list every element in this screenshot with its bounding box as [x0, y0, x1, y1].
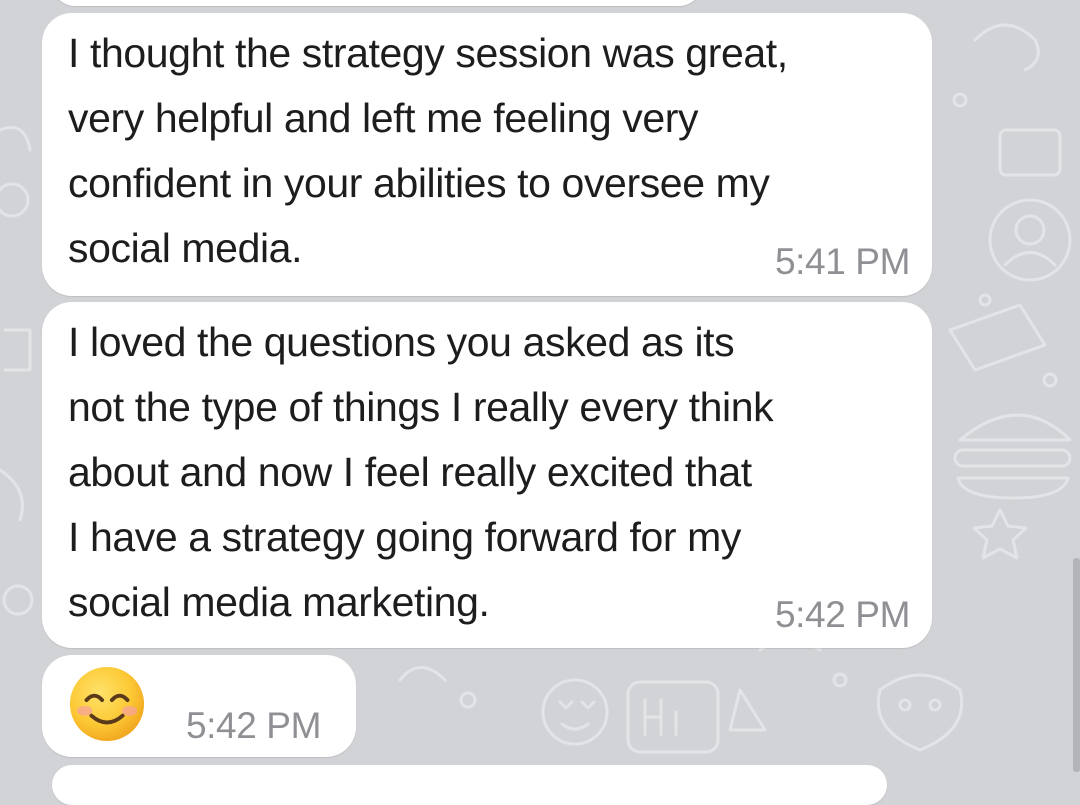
message-text: I loved the questions you asked as its n…	[68, 319, 774, 625]
wallpaper-shape	[459, 691, 477, 709]
wallpaper-shape	[541, 678, 609, 746]
message-bubble: I thought the strategy session was great…	[42, 13, 932, 296]
wallpaper-shape	[956, 476, 1070, 500]
wallpaper-shape	[876, 673, 964, 752]
wallpaper-shape	[398, 666, 447, 682]
wallpaper-shape	[978, 293, 992, 307]
wallpaper-shape	[898, 698, 912, 712]
wallpaper-shape	[953, 448, 1072, 468]
wallpaper-shape	[0, 468, 24, 522]
message-timestamp: 5:42 PM	[186, 705, 321, 746]
wallpaper-shape	[952, 92, 968, 108]
smiling-face-emoji-icon	[69, 666, 145, 742]
wallpaper-shape	[3, 328, 32, 372]
wallpaper-shape	[2, 584, 34, 616]
message-timestamp: 5:41 PM	[775, 241, 910, 282]
wallpaper-shape	[1014, 214, 1046, 246]
scrollbar[interactable]	[1073, 558, 1080, 772]
wallpaper-shape	[1042, 372, 1058, 388]
message-bubble: I loved the questions you asked as its n…	[42, 302, 932, 648]
wallpaper-shape	[1003, 251, 1057, 267]
wallpaper-shape	[958, 413, 1072, 442]
wallpaper-shape	[728, 688, 767, 732]
previous-message-bubble	[52, 0, 702, 6]
wallpaper-shape	[0, 182, 30, 218]
wallpaper-shape	[972, 508, 1028, 560]
message-timestamp: 5:42 PM	[775, 594, 910, 635]
next-message-bubble	[52, 765, 887, 805]
wallpaper-shape	[558, 700, 596, 731]
wallpaper-shape	[0, 126, 32, 152]
message-text: I thought the strategy session was great…	[68, 30, 788, 271]
wallpaper-shape	[998, 128, 1062, 177]
message-bubble: 5:42 PM	[42, 655, 356, 757]
wallpaper-shape	[626, 680, 720, 754]
wallpaper-shape	[988, 198, 1072, 282]
wallpaper-shape	[973, 23, 1040, 72]
wallpaper-shape	[832, 672, 848, 688]
wallpaper-shape	[928, 698, 942, 712]
wallpaper-shape	[643, 698, 678, 737]
wallpaper-shape	[948, 303, 1047, 372]
